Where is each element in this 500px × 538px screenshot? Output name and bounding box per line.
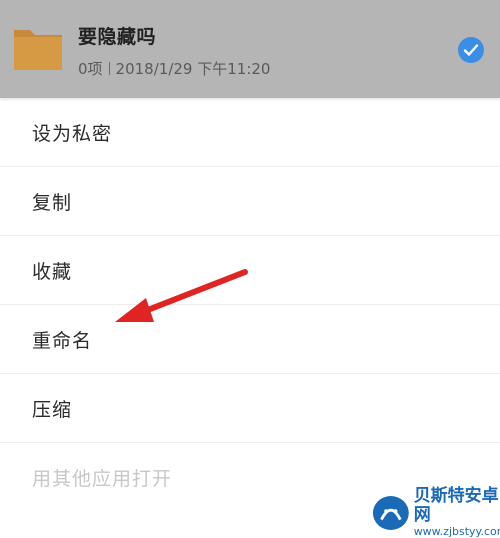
checkmark-icon[interactable]	[457, 36, 485, 64]
folder-icon	[14, 30, 62, 70]
file-name: 要隐藏吗	[78, 26, 157, 48]
menu-item-rename[interactable]: 重命名	[0, 305, 500, 374]
context-menu: 设为私密 复制 收藏 重命名 压缩 用其他应用打开	[0, 98, 500, 512]
menu-item-copy[interactable]: 复制	[0, 167, 500, 236]
watermark: 贝斯特安卓网 www.zjbstyy.com	[372, 487, 500, 538]
watermark-url: www.zjbstyy.com	[413, 525, 500, 538]
watermark-title: 贝斯特安卓网	[413, 486, 499, 525]
file-meta: 0项 2018/1/29 下午11:20	[78, 58, 270, 79]
watermark-logo-icon	[372, 495, 409, 530]
menu-item-set-private[interactable]: 设为私密	[0, 98, 500, 167]
file-item-count: 0项	[78, 60, 103, 78]
menu-item-compress[interactable]: 压缩	[0, 374, 500, 443]
selected-file-header: 要隐藏吗 0项 2018/1/29 下午11:20	[0, 0, 500, 98]
menu-item-favorite[interactable]: 收藏	[0, 236, 500, 305]
meta-divider	[108, 62, 110, 75]
file-datetime: 2018/1/29 下午11:20	[115, 60, 271, 78]
